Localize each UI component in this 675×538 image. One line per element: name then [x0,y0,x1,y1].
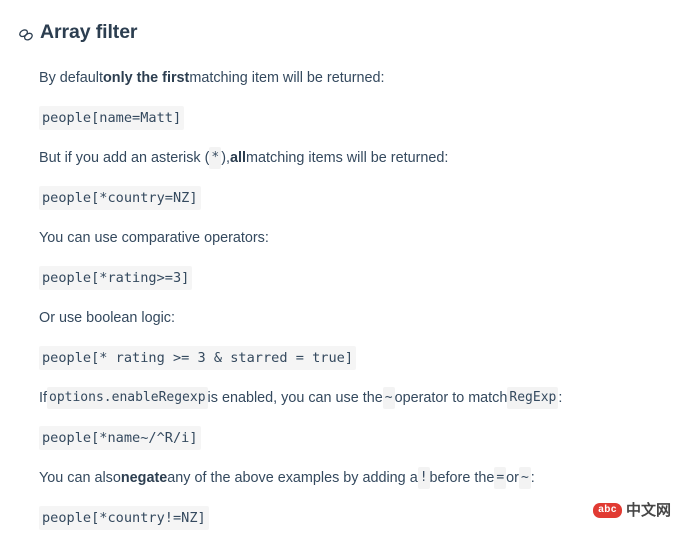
inline-code: * [209,147,222,169]
code-country-nz: people[*country=NZ] [39,178,665,218]
paragraph-boolean-logic: Or use boolean logic: [39,298,665,338]
inline-code: ~ [518,467,531,489]
text-run: You can use comparative operators: [39,230,269,246]
code-text: people[* rating >= 3 & starred = true] [39,346,356,370]
text-run: ), [221,150,231,166]
paragraph-comparative-operators: You can use comparative operators: [39,218,665,258]
paragraph-asterisk-all: But if you add an asterisk (*), all matc… [39,138,665,178]
code-text: people[name=Matt] [39,106,185,130]
emphasis-text: all [230,150,247,166]
paragraph-default-first: By default only the first matching item … [39,58,665,98]
inline-code: = [494,467,507,489]
code-name-matt: people[name=Matt] [39,98,665,138]
paragraph-negate: You can also negate any of the above exa… [39,458,665,498]
section-heading: Array filter [0,0,675,48]
content-body: By default only the first matching item … [0,58,675,538]
text-run: is enabled, you can use the [207,390,383,406]
text-run: But if you add an asterisk ( [39,150,210,166]
inline-code: options.enableRegexp [47,387,208,409]
link-icon[interactable] [18,27,34,43]
emphasis-text: only the first [103,70,190,86]
code-text: people[*country!=NZ] [39,506,209,530]
code-text: people[*rating>=3] [39,266,193,290]
text-run: You can also [39,470,121,486]
text-run: If [39,390,47,406]
code-text: people[*name~/^R/i] [39,426,201,450]
code-country-not-nz: people[*country!=NZ] [39,498,665,538]
text-run: : [558,390,563,406]
text-run: operator to match [394,390,508,406]
text-run: By default [39,70,103,86]
code-rating-and-starred: people[* rating >= 3 & starred = true] [39,338,665,378]
paragraph-enable-regexp: If options.enableRegexp is enabled, you … [39,378,665,418]
text-run: matching items will be returned: [246,150,449,166]
code-name-regexp: people[*name~/^R/i] [39,418,665,458]
inline-code: ~ [382,387,395,409]
text-run: matching item will be returned: [189,70,385,86]
text-run: or [506,470,519,486]
text-run: Or use boolean logic: [39,310,175,326]
emphasis-text: negate [120,470,168,486]
page-title: Array filter [40,21,138,44]
code-text: people[*country=NZ] [39,186,201,210]
text-run: before the [429,470,495,486]
code-rating-gte-3: people[*rating>=3] [39,258,665,298]
documentation-page: Array filter By default only the first m… [0,0,675,530]
inline-code: ! [417,467,430,489]
inline-code: RegExp [507,387,559,409]
text-run: : [530,470,535,486]
text-run: any of the above examples by adding a [167,470,418,486]
